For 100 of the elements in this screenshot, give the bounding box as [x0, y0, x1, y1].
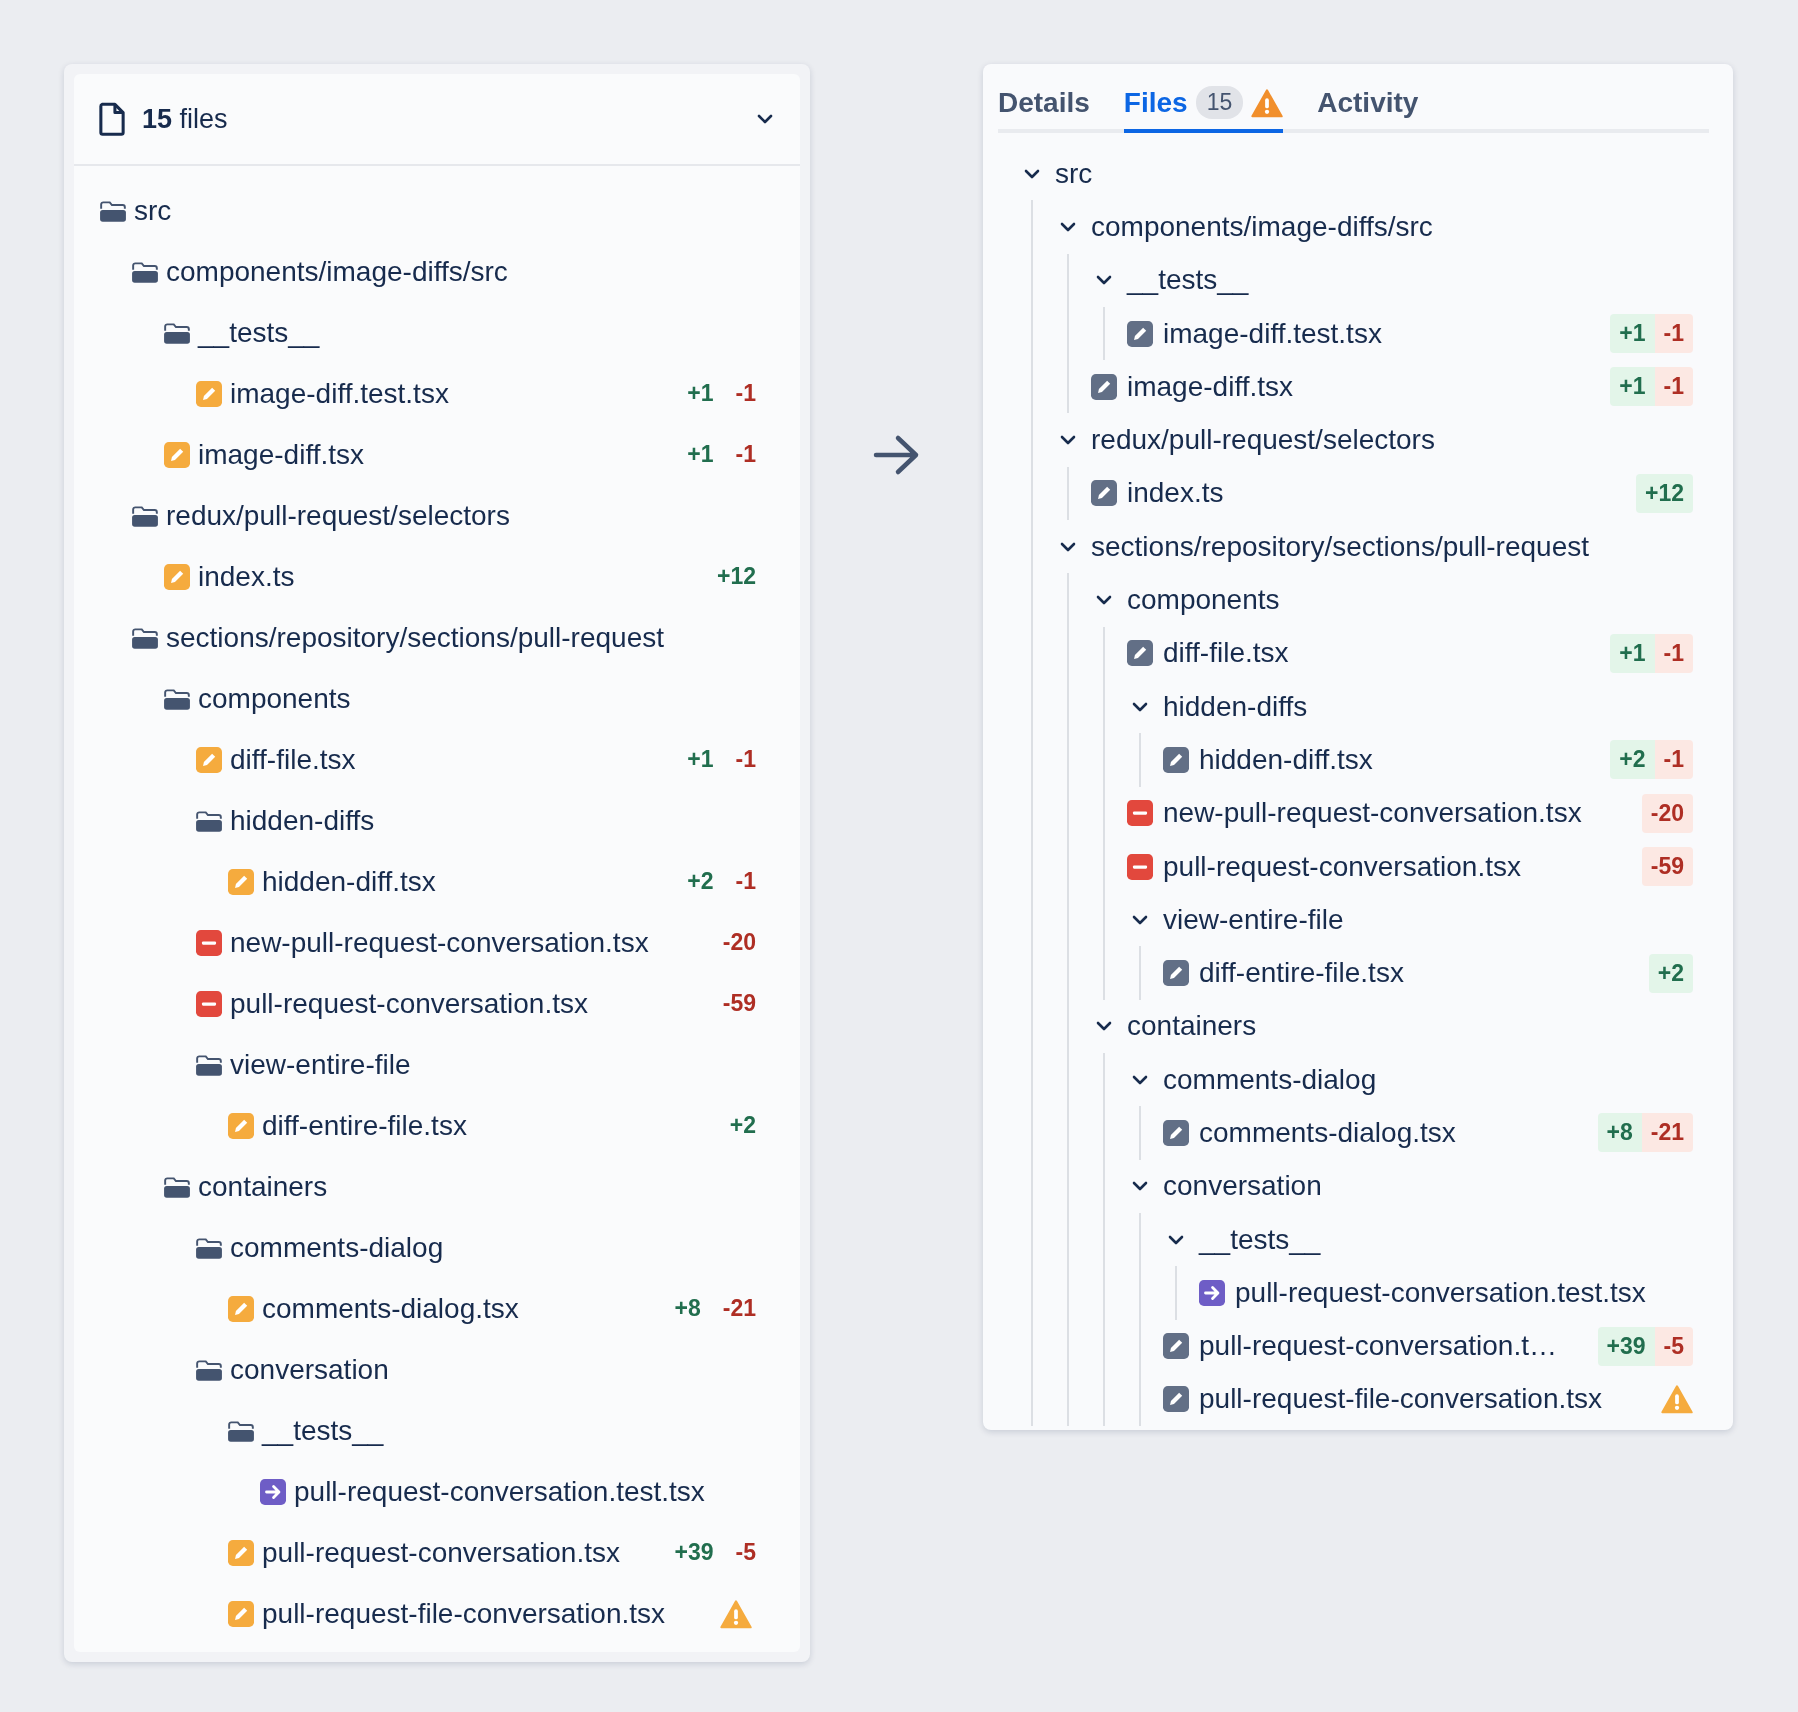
- file-name[interactable]: comments-dialog.tsx: [1199, 1117, 1588, 1149]
- folder-name[interactable]: view-entire-file: [1163, 903, 1693, 936]
- deletions-count: -20: [1641, 793, 1693, 833]
- deletions-count: -59: [1641, 847, 1693, 886]
- folder-name[interactable]: redux/pull-request/selectors: [1091, 424, 1693, 457]
- deletions-count: -21: [1641, 1113, 1693, 1153]
- file-name[interactable]: new-pull-request-conversation.tsx: [1163, 797, 1632, 830]
- file-name[interactable]: index.ts: [1127, 477, 1626, 510]
- folder-name[interactable]: components: [198, 682, 756, 715]
- file-name[interactable]: image-diff.test.tsx: [230, 377, 682, 410]
- folder-icon: [99, 198, 127, 223]
- file-name[interactable]: pull-request-file-conversation.tsx: [262, 1597, 714, 1630]
- file-name[interactable]: diff-file.tsx: [1163, 637, 1601, 670]
- file-name[interactable]: diff-entire-file.tsx: [262, 1109, 724, 1142]
- deletions-count: -1: [1654, 633, 1693, 673]
- additions-count: +1: [1610, 314, 1655, 354]
- additions-count: +12: [1636, 473, 1693, 513]
- deletions-count: -1: [1654, 314, 1693, 354]
- deletions-count: -1: [735, 746, 756, 773]
- deletions-count: -21: [722, 1295, 756, 1322]
- file-name[interactable]: pull-request-conversation.tsx: [230, 987, 717, 1020]
- folder-name[interactable]: src: [134, 194, 756, 227]
- folder-name[interactable]: __tests__: [1127, 264, 1693, 297]
- deletions-count: -5: [735, 1539, 756, 1566]
- folder-icon: [195, 1357, 223, 1382]
- folder-name[interactable]: hidden-diffs: [1163, 690, 1693, 723]
- file-name[interactable]: pull-request-file-conversation.tsx: [1199, 1383, 1651, 1416]
- folder-name[interactable]: conversation: [230, 1353, 756, 1386]
- additions-count: +1: [687, 380, 714, 407]
- additions-count: +2: [687, 868, 714, 895]
- additions-count: +8: [674, 1295, 701, 1322]
- additions-count: +39: [674, 1539, 714, 1566]
- deletions-count: -1: [735, 868, 756, 895]
- folder-name[interactable]: containers: [1127, 1010, 1693, 1043]
- file-name[interactable]: pull-request-conversation.t…: [1199, 1330, 1588, 1363]
- file-name[interactable]: diff-entire-file.tsx: [1199, 957, 1639, 990]
- additions-count: +12: [717, 563, 756, 590]
- file-name[interactable]: image-diff.tsx: [198, 438, 682, 471]
- count-badge: 15: [1195, 86, 1244, 119]
- folder-name[interactable]: view-entire-file: [230, 1048, 756, 1081]
- folder-name[interactable]: __tests__: [262, 1414, 756, 1447]
- additions-count: +2: [729, 1112, 756, 1139]
- file-name[interactable]: image-diff.tsx: [1127, 370, 1601, 403]
- deletions-count: -1: [1654, 367, 1693, 407]
- additions-count: +8: [1597, 1113, 1642, 1153]
- folder-name[interactable]: src: [1055, 157, 1693, 190]
- folder-name[interactable]: comments-dialog: [1163, 1063, 1693, 1096]
- folder-icon: [195, 808, 223, 833]
- tab[interactable]: Details: [998, 80, 1090, 133]
- file-name[interactable]: hidden-diff.tsx: [262, 865, 682, 898]
- deletions-count: -1: [735, 380, 756, 407]
- deletions-count: -20: [722, 929, 756, 956]
- file-name[interactable]: pull-request-conversation.tsx: [262, 1536, 669, 1569]
- file-name[interactable]: pull-request-conversation.test.tsx: [294, 1475, 756, 1508]
- folder-name[interactable]: redux/pull-request/selectors: [166, 499, 756, 532]
- deletions-count: -1: [1654, 740, 1693, 780]
- folder-name[interactable]: sections/repository/sections/pull-request: [166, 621, 756, 654]
- file-name[interactable]: hidden-diff.tsx: [1199, 743, 1601, 776]
- file-name[interactable]: new-pull-request-conversation.tsx: [230, 926, 717, 959]
- folder-icon: [163, 686, 191, 711]
- additions-count: +2: [1648, 953, 1693, 993]
- file-count-title: 15 files: [142, 103, 229, 135]
- deletions-count: -5: [1654, 1326, 1693, 1366]
- tab-label: Files: [1123, 86, 1188, 119]
- folder-icon: [131, 503, 159, 528]
- tab[interactable]: Files 15: [1123, 80, 1284, 133]
- additions-count: +1: [687, 441, 714, 468]
- folder-name[interactable]: components/image-diffs/src: [1091, 210, 1693, 243]
- folder-icon: [195, 1052, 223, 1077]
- folder-name[interactable]: conversation: [1163, 1170, 1693, 1203]
- additions-count: +1: [1610, 633, 1655, 673]
- tab[interactable]: Activity: [1317, 80, 1419, 133]
- folder-name[interactable]: hidden-diffs: [230, 804, 756, 837]
- folder-name[interactable]: components/image-diffs/src: [166, 255, 756, 288]
- folder-icon: [163, 1174, 191, 1199]
- file-name[interactable]: image-diff.test.tsx: [1163, 317, 1601, 350]
- folder-icon: [131, 259, 159, 284]
- folder-icon: [227, 1418, 255, 1443]
- additions-count: +2: [1610, 740, 1655, 780]
- file-name[interactable]: comments-dialog.tsx: [262, 1292, 669, 1325]
- additions-count: +39: [1597, 1326, 1655, 1366]
- deletions-count: -1: [735, 441, 756, 468]
- folder-name[interactable]: __tests__: [1199, 1223, 1693, 1256]
- additions-count: +1: [687, 746, 714, 773]
- file-name[interactable]: pull-request-conversation.test.tsx: [1235, 1276, 1693, 1309]
- folder-name[interactable]: comments-dialog: [230, 1231, 756, 1264]
- tab-label: Details: [998, 86, 1090, 119]
- folder-name[interactable]: __tests__: [198, 316, 756, 349]
- folder-name[interactable]: components: [1127, 584, 1693, 616]
- file-name[interactable]: pull-request-conversation.tsx: [1163, 850, 1632, 883]
- folder-icon: [195, 1235, 223, 1260]
- folder-name[interactable]: containers: [198, 1170, 756, 1203]
- file-name[interactable]: index.ts: [198, 560, 711, 593]
- folder-name[interactable]: sections/repository/sections/pull-request: [1091, 530, 1693, 563]
- folder-icon: [163, 320, 191, 345]
- tab-label: Activity: [1317, 86, 1419, 119]
- deletions-count: -59: [722, 990, 756, 1017]
- file-name[interactable]: diff-file.tsx: [230, 743, 682, 776]
- folder-icon: [131, 625, 159, 650]
- file-icon: [98, 102, 126, 136]
